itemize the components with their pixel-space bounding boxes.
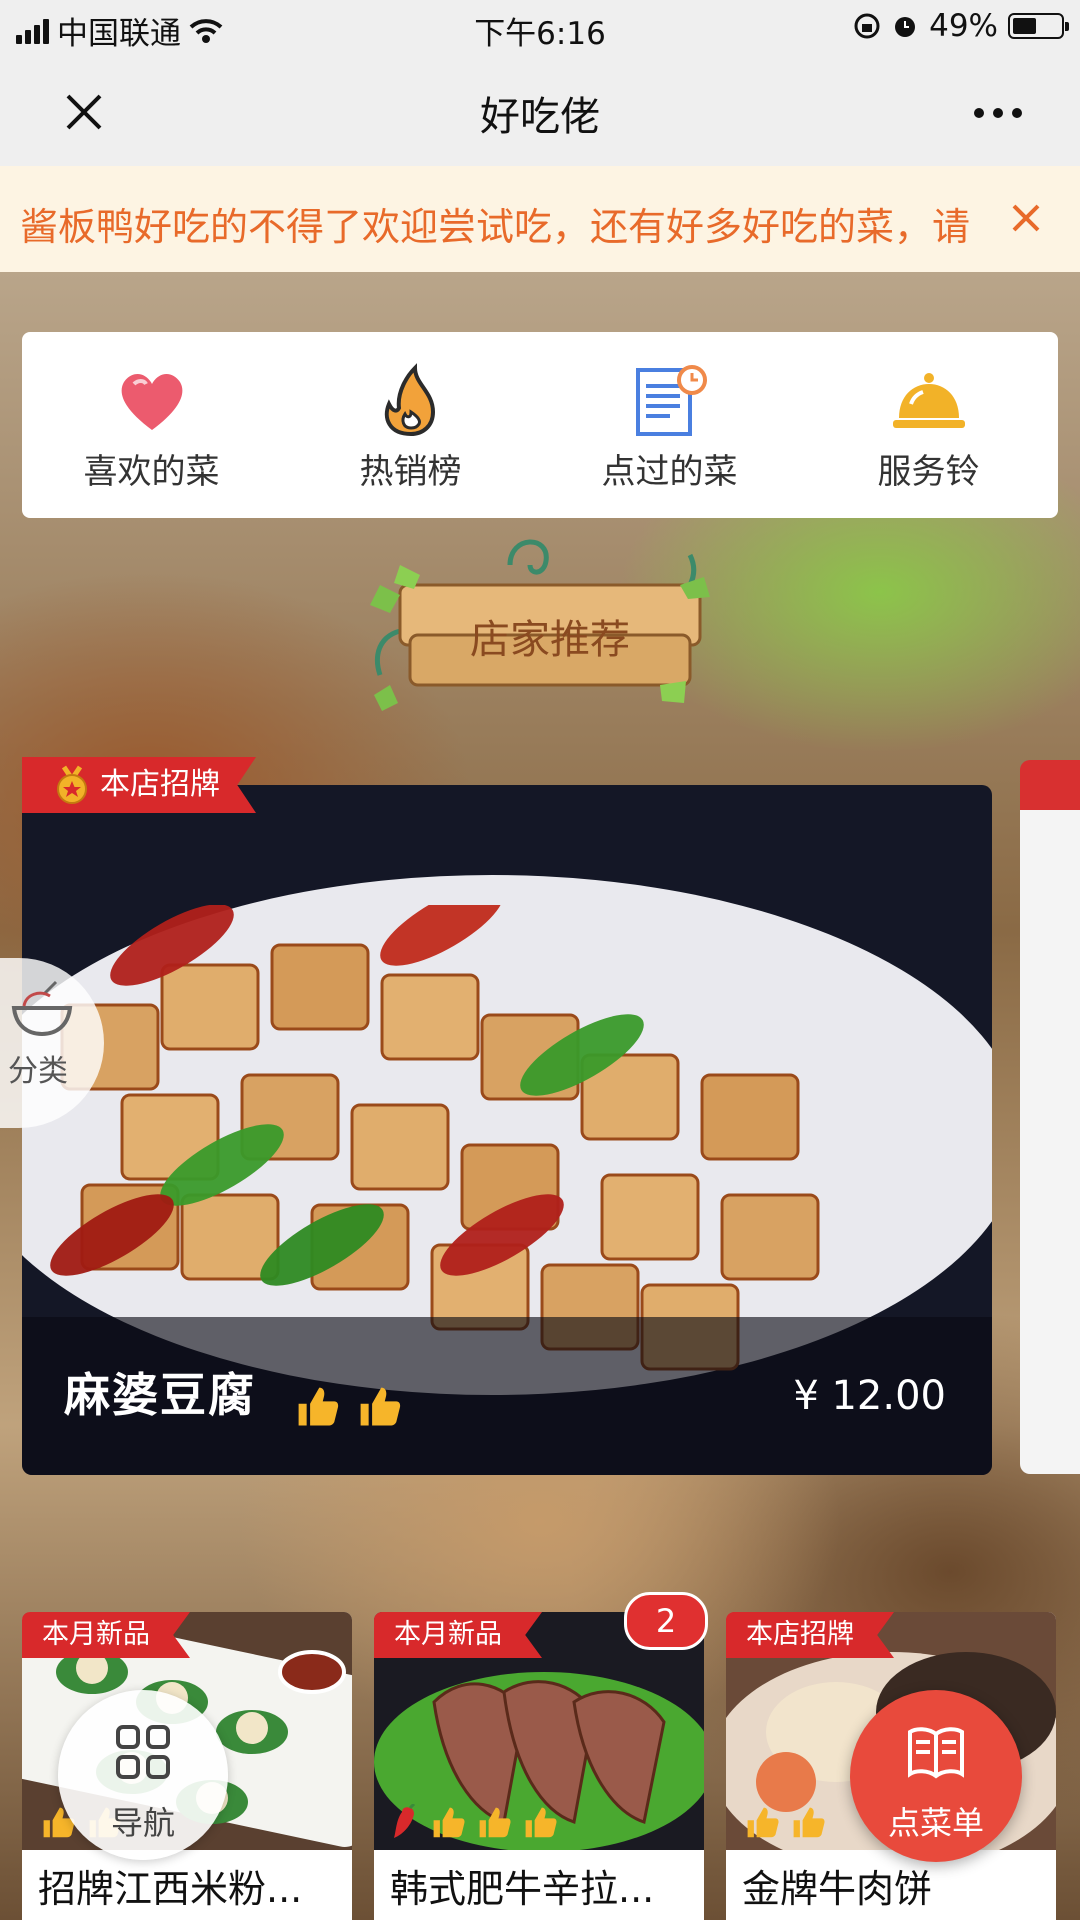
section-title: 店家推荐 <box>470 618 630 662</box>
dish-name: 金牌牛肉饼 <box>742 1867 933 1911</box>
alarm-icon <box>895 17 916 37</box>
navigation-button[interactable]: 导航 <box>58 1690 228 1860</box>
quick-item-label: 喜欢的菜 <box>83 452 220 492</box>
new-tag: 本月新品 <box>374 1612 542 1658</box>
next-card-peek[interactable] <box>1020 760 1080 1474</box>
featured-dish-price: ¥ 12.00 <box>793 1373 946 1419</box>
page-title: 好吃佬 <box>480 94 600 140</box>
signature-tag: 本店招牌 <box>22 757 256 813</box>
quick-item-ordered[interactable]: 点过的菜 <box>540 332 799 518</box>
rating-thumbs <box>392 1804 558 1840</box>
flame-icon <box>384 363 435 437</box>
quick-item-service-bell[interactable]: 服务铃 <box>799 332 1058 518</box>
mapo-tofu-image <box>50 905 820 1371</box>
thumbs-up-icon <box>360 1387 401 1426</box>
rotation-lock-icon <box>854 13 880 39</box>
section-title-board: 店家推荐 <box>370 539 710 711</box>
navigation-label: 导航 <box>110 1804 175 1842</box>
thumbs-up-icon <box>793 1807 825 1838</box>
thumbs-up-icon <box>298 1387 339 1426</box>
battery-percent: 49% <box>929 8 998 44</box>
status-bar: 中国联通 下午6:16 49% <box>0 0 1080 54</box>
more-options-icon[interactable] <box>974 108 1022 118</box>
tofu-cube <box>700 1073 800 1161</box>
tofu-cube <box>720 1193 820 1281</box>
quick-menu: 喜欢的菜 热销榜 点过的菜 服务铃 <box>22 332 1058 518</box>
featured-dish-card[interactable]: 麻婆豆腐 ¥ 12.00 <box>22 785 992 1475</box>
medal-icon <box>57 765 87 804</box>
signature-tag-label: 本店招牌 <box>100 767 220 802</box>
heart-icon <box>121 373 182 430</box>
order-history-icon <box>635 365 707 436</box>
thumbs-up-icon <box>479 1807 511 1838</box>
pepper-slice <box>380 905 504 966</box>
featured-dish-name: 麻婆豆腐 <box>64 1368 256 1422</box>
new-tag: 本月新品 <box>22 1612 190 1658</box>
category-label: 分类 <box>8 1054 68 1089</box>
nav-bar: 好吃佬 <box>0 54 1080 166</box>
notice-text: 酱板鸭好吃的不得了欢迎尝试吃，还有好多好吃的菜，请 <box>20 205 971 249</box>
quick-item-favorites[interactable]: 喜欢的菜 <box>22 332 281 518</box>
dish-card[interactable]: 本月新品 韩式肥牛辛拉... <box>374 1612 704 1920</box>
order-menu-button[interactable]: 点菜单 <box>850 1690 1022 1862</box>
thumbs-up-icon <box>525 1807 557 1838</box>
quick-item-label: 点过的菜 <box>601 452 738 492</box>
tofu-cube <box>380 973 480 1061</box>
dish-name: 韩式肥牛辛拉... <box>390 1867 655 1911</box>
signature-tag: 本店招牌 <box>726 1612 894 1658</box>
dish-name: 招牌江西米粉... <box>38 1867 303 1911</box>
open-book-icon <box>908 1727 964 1779</box>
battery-fill <box>1013 18 1036 34</box>
notice-bar: 酱板鸭好吃的不得了欢迎尝试吃，还有好多好吃的菜，请 <box>0 166 1080 272</box>
battery-icon <box>1008 13 1069 39</box>
thumbs-up-icon <box>747 1807 779 1838</box>
rating-thumbs <box>744 1804 826 1840</box>
quick-item-label: 热销榜 <box>359 452 462 492</box>
cart-count-badge: 2 <box>624 1592 708 1650</box>
quick-item-label: 服务铃 <box>877 452 980 492</box>
quick-item-hot-sales[interactable]: 热销榜 <box>281 332 540 518</box>
grid-icon <box>116 1725 170 1779</box>
thumbs-up-icon <box>433 1807 465 1838</box>
notice-close-icon[interactable] <box>1002 194 1050 242</box>
tofu-cube <box>350 1103 450 1191</box>
order-menu-label: 点菜单 <box>887 1804 984 1842</box>
chili-icon <box>394 1804 416 1838</box>
bowl-icon <box>11 980 73 1037</box>
tofu-cube <box>270 943 370 1031</box>
tofu-cube <box>160 963 260 1051</box>
rating-thumbs <box>294 1383 402 1429</box>
tofu-cube <box>600 1173 700 1261</box>
service-bell-icon <box>892 373 965 428</box>
